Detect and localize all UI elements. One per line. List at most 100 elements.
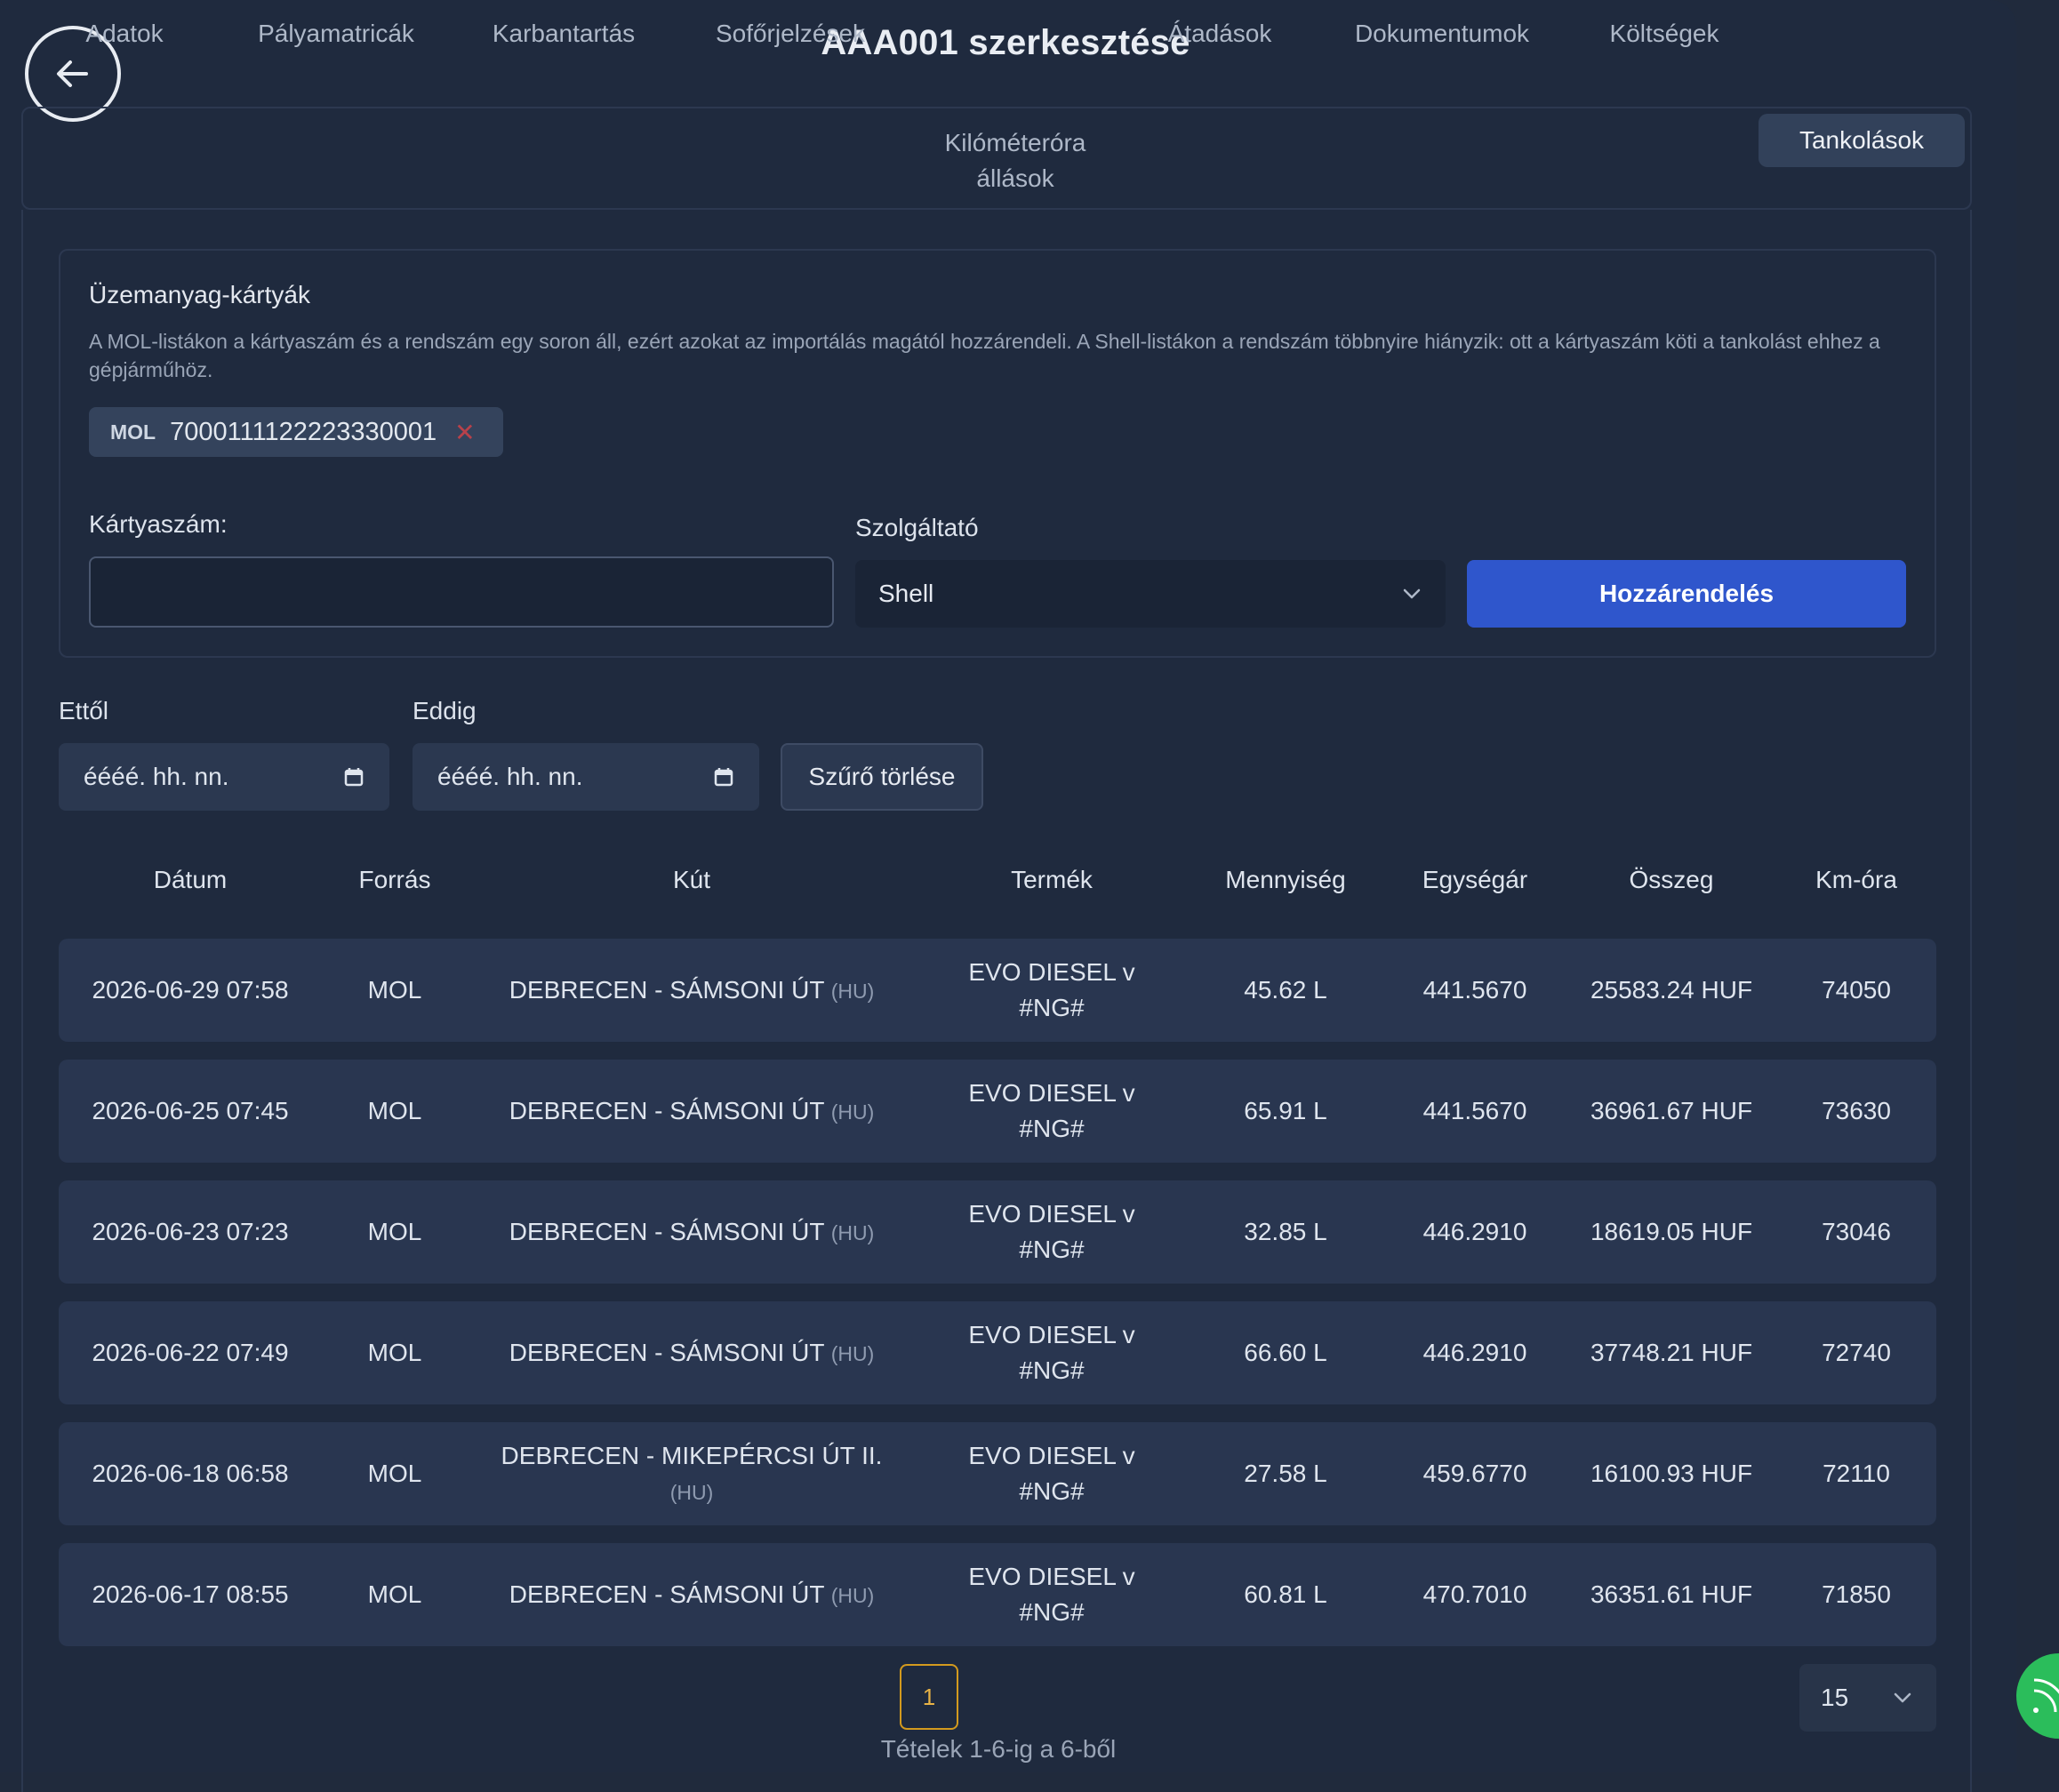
table-row[interactable]: 2026-06-17 08:55 MOL DEBRECEN - SÁMSONI ÚT…: [59, 1543, 1936, 1646]
cell-quantity: 66.60 L: [1244, 1301, 1326, 1404]
date-text: 2026-06-17 08:55: [92, 1580, 289, 1608]
card-number-input[interactable]: [89, 556, 834, 628]
provider-select[interactable]: Shell: [855, 560, 1446, 628]
cell-date: 2026-06-22 07:49: [92, 1301, 288, 1404]
product-line-2: #NG#: [1019, 1598, 1085, 1626]
page-button-1[interactable]: 1: [900, 1664, 958, 1730]
product-line-2: #NG#: [1019, 1356, 1085, 1384]
column-header-quantity[interactable]: Mennyiség: [1225, 866, 1345, 894]
unit-price-text: 446.2910: [1422, 1218, 1527, 1245]
cell-station: DEBRECEN - SÁMSONI ÚT (HU): [487, 1180, 896, 1284]
unit-price-text: 441.5670: [1422, 1097, 1527, 1124]
to-date-input[interactable]: éééé. hh. nn.: [413, 743, 759, 811]
cell-unit-price: 446.2910: [1423, 1180, 1527, 1284]
table-row[interactable]: 2026-06-23 07:23 MOL DEBRECEN - SÁMSONI ÚT…: [59, 1180, 1936, 1284]
country-code: (HU): [830, 1341, 875, 1365]
from-date-input[interactable]: éééé. hh. nn.: [59, 743, 389, 811]
station-text: DEBRECEN - SÁMSONI ÚT: [509, 1217, 824, 1245]
column-header-station[interactable]: Kút: [673, 866, 710, 894]
country-code: (HU): [830, 1100, 875, 1124]
date-text: 2026-06-22 07:49: [92, 1339, 289, 1366]
quantity-text: 32.85 L: [1244, 1218, 1327, 1245]
cell-product: EVO DIESEL v #NG#: [968, 1180, 1134, 1284]
page-size-select[interactable]: 15: [1799, 1664, 1936, 1732]
cell-total: 37748.21 HUF: [1590, 1301, 1752, 1404]
cell-unit-price: 470.7010: [1423, 1543, 1527, 1646]
cell-source: MOL: [368, 1543, 422, 1646]
remove-card-icon[interactable]: ✕: [454, 418, 475, 447]
cell-unit-price: 459.6770: [1423, 1422, 1527, 1525]
to-date-label: Eddig: [413, 697, 477, 724]
source-text: MOL: [367, 1460, 422, 1487]
chip-provider: MOL: [110, 420, 156, 444]
cell-station: DEBRECEN - SÁMSONI ÚT (HU): [487, 1543, 896, 1646]
column-header-km[interactable]: Km-óra: [1815, 866, 1897, 894]
quantity-text: 27.58 L: [1244, 1460, 1327, 1487]
station-line: DEBRECEN - SÁMSONI ÚT (HU): [509, 1577, 875, 1613]
product-line-2: #NG#: [1019, 1477, 1085, 1505]
cell-date: 2026-06-17 08:55: [92, 1543, 288, 1646]
tab-karbantartas[interactable]: Karbantartás: [475, 7, 653, 60]
product-line-2: #NG#: [1019, 994, 1085, 1021]
station-text: DEBRECEN - SÁMSONI ÚT: [509, 1338, 824, 1366]
cell-total: 18619.05 HUF: [1590, 1180, 1752, 1284]
tab-palyamatricak[interactable]: Pályamatricák: [233, 7, 439, 60]
cell-unit-price: 441.5670: [1423, 939, 1527, 1042]
chevron-down-icon: [1403, 588, 1421, 599]
tab-adatok[interactable]: Adatok: [55, 7, 194, 60]
station-line: DEBRECEN - SÁMSONI ÚT (HU): [509, 1214, 875, 1251]
cell-product: EVO DIESEL v #NG#: [968, 1543, 1134, 1646]
tab-atadasok[interactable]: Átadások: [1149, 7, 1291, 60]
unit-price-text: 446.2910: [1422, 1339, 1527, 1366]
km-text: 73046: [1822, 1218, 1891, 1245]
country-code: (HU): [669, 1480, 714, 1504]
cell-total: 36961.67 HUF: [1590, 1060, 1752, 1163]
source-text: MOL: [367, 1580, 422, 1608]
provider-value: Shell: [878, 580, 934, 607]
tab-dokumentumok[interactable]: Dokumentumok: [1337, 7, 1547, 60]
table-row[interactable]: 2026-06-22 07:49 MOL DEBRECEN - SÁMSONI ÚT…: [59, 1301, 1936, 1404]
station-text: DEBRECEN - SÁMSONI ÚT: [509, 975, 824, 1004]
column-header-date[interactable]: Dátum: [154, 866, 227, 894]
pagination-info: Tételek 1-6-ig a 6-ből: [880, 1735, 1117, 1763]
table-row[interactable]: 2026-06-18 06:58 MOL DEBRECEN - MIKEPÉRCSI…: [59, 1422, 1936, 1525]
tab-kilometerora-allasok[interactable]: Kilóméteróra állások: [921, 123, 1110, 199]
total-text: 25583.24 HUF: [1590, 976, 1753, 1004]
cell-product: EVO DIESEL v #NG#: [968, 1301, 1134, 1404]
cell-product: EVO DIESEL v #NG#: [968, 1060, 1134, 1163]
calendar-icon: [344, 768, 364, 787]
page: AAA001 szerkesztése Adatok Pályamatricák…: [0, 0, 2059, 1792]
assign-button[interactable]: Hozzárendelés: [1467, 560, 1906, 628]
station-line: DEBRECEN - SÁMSONI ÚT (HU): [509, 1093, 875, 1130]
to-date-placeholder: éééé. hh. nn.: [437, 763, 583, 790]
chip-card-number: 7000111122223330001: [170, 417, 437, 446]
cell-quantity: 27.58 L: [1244, 1422, 1326, 1525]
card-number-label: Kártyaszám:: [89, 510, 228, 538]
tab-koltsegek[interactable]: Költségek: [1588, 7, 1741, 60]
total-text: 36351.61 HUF: [1590, 1580, 1753, 1608]
column-header-unit-price[interactable]: Egységár: [1422, 866, 1527, 894]
product-line-1: EVO DIESEL v: [968, 1200, 1135, 1228]
table-row[interactable]: 2026-06-25 07:45 MOL DEBRECEN - SÁMSONI ÚT…: [59, 1060, 1936, 1163]
km-text: 71850: [1822, 1580, 1891, 1608]
date-text: 2026-06-18 06:58: [92, 1460, 289, 1487]
feed-fab-button[interactable]: [2016, 1653, 2059, 1739]
table-row[interactable]: 2026-06-29 07:58 MOL DEBRECEN - SÁMSONI ÚT…: [59, 939, 1936, 1042]
source-text: MOL: [367, 1339, 422, 1366]
station-line: DEBRECEN - SÁMSONI ÚT (HU): [509, 972, 875, 1009]
cell-date: 2026-06-23 07:23: [92, 1180, 288, 1284]
cell-km: 71850: [1822, 1543, 1891, 1646]
column-header-source[interactable]: Forrás: [359, 866, 431, 894]
cell-total: 25583.24 HUF: [1590, 939, 1752, 1042]
column-header-total[interactable]: Összeg: [1630, 866, 1714, 894]
km-text: 74050: [1822, 976, 1891, 1004]
fuel-cards-title: Üzemanyag-kártyák: [89, 281, 310, 308]
product-line-2: #NG#: [1019, 1115, 1085, 1142]
cell-km: 74050: [1822, 939, 1891, 1042]
clear-filter-button[interactable]: Szűrő törlése: [781, 743, 983, 811]
tab-tankolasok[interactable]: Tankolások: [1759, 114, 1965, 167]
column-header-product[interactable]: Termék: [1011, 866, 1093, 894]
tab-soforjelzesek[interactable]: Sofőrjelzések: [693, 7, 887, 60]
unit-price-text: 459.6770: [1422, 1460, 1527, 1487]
cell-quantity: 60.81 L: [1244, 1543, 1326, 1646]
